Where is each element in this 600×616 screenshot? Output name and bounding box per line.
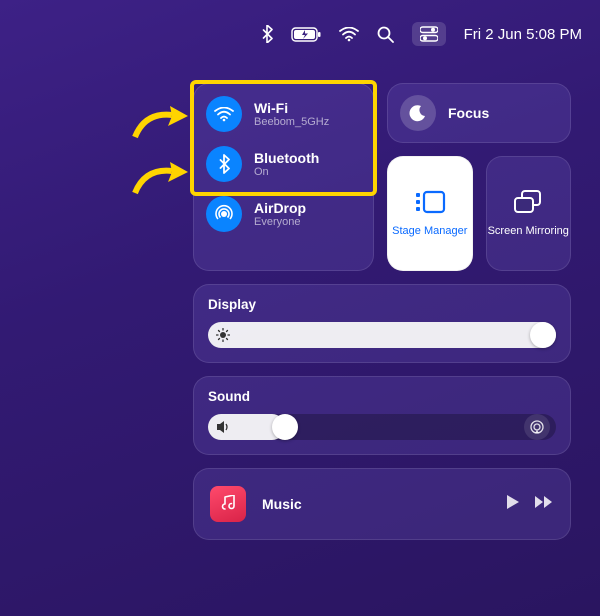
moon-icon — [400, 95, 436, 131]
bluetooth-subtitle: On — [254, 166, 319, 179]
airdrop-subtitle: Everyone — [254, 216, 306, 229]
sound-slider[interactable] — [208, 414, 556, 440]
screen-mirroring-tile[interactable]: Screen Mirroring — [486, 156, 572, 271]
airdrop-toggle[interactable]: AirDrop Everyone — [206, 196, 361, 232]
wifi-title: Wi-Fi — [254, 100, 329, 116]
control-center-menubar-icon[interactable] — [412, 22, 446, 46]
bluetooth-toggle[interactable]: Bluetooth On — [206, 146, 361, 182]
spotlight-search-icon[interactable] — [377, 22, 394, 46]
wifi-toggle[interactable]: Wi-Fi Beebom_5GHz — [206, 96, 361, 132]
display-tile: Display — [193, 284, 571, 363]
wifi-icon — [206, 96, 242, 132]
music-label: Music — [262, 496, 302, 512]
screen-mirroring-label: Screen Mirroring — [488, 225, 569, 238]
play-icon[interactable] — [506, 494, 520, 515]
sound-tile: Sound — [193, 376, 571, 455]
bluetooth-menubar-icon[interactable] — [261, 22, 273, 46]
wifi-subtitle: Beebom_5GHz — [254, 116, 329, 129]
stage-manager-label: Stage Manager — [392, 225, 467, 238]
menubar-datetime[interactable]: Fri 2 Jun 5:08 PM — [464, 26, 582, 43]
next-track-icon[interactable] — [534, 495, 554, 514]
battery-menubar-icon[interactable] — [291, 22, 321, 46]
screen-mirroring-icon — [513, 190, 543, 219]
airplay-audio-icon[interactable] — [524, 414, 550, 440]
sound-title: Sound — [208, 389, 556, 404]
focus-label: Focus — [448, 105, 489, 121]
bluetooth-title: Bluetooth — [254, 150, 319, 166]
display-slider[interactable] — [208, 322, 556, 348]
display-title: Display — [208, 297, 556, 312]
bluetooth-icon — [206, 146, 242, 182]
speaker-icon — [216, 420, 232, 434]
connectivity-tile: Wi-Fi Beebom_5GHz Bluetooth On — [193, 83, 374, 271]
wifi-menubar-icon[interactable] — [339, 22, 359, 46]
music-tile[interactable]: Music — [193, 468, 571, 540]
stage-manager-tile[interactable]: Stage Manager — [387, 156, 473, 271]
menu-bar: Fri 2 Jun 5:08 PM — [261, 22, 582, 46]
control-center-panel: Wi-Fi Beebom_5GHz Bluetooth On — [180, 70, 584, 553]
airdrop-title: AirDrop — [254, 200, 306, 216]
focus-tile[interactable]: Focus — [387, 83, 571, 143]
airdrop-icon — [206, 196, 242, 232]
brightness-icon — [216, 328, 230, 342]
music-app-icon — [210, 486, 246, 522]
stage-manager-icon — [414, 190, 446, 219]
